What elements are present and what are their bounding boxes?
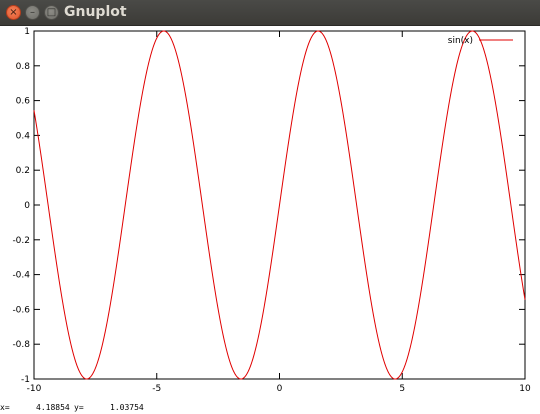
mouse-coordinate-readout: x= 4.18854 y= 1.03754 bbox=[0, 400, 540, 414]
y-tick-label: 0.8 bbox=[16, 62, 31, 72]
x-tick-label: -5 bbox=[152, 384, 161, 394]
legend-label: sin(x) bbox=[448, 36, 473, 46]
y-tick-label: -0.8 bbox=[12, 340, 30, 350]
y-tick-label: 0 bbox=[24, 201, 30, 211]
x-tick-label: 5 bbox=[399, 384, 405, 394]
sine-plot[interactable]: 10.80.60.40.20-0.2-0.4-0.6-0.8-1-10 -5 0 5 1… bbox=[0, 26, 540, 400]
y-tick-label: -0.2 bbox=[12, 236, 30, 246]
window-titlebar: × – □ Gnuplot bbox=[0, 0, 540, 26]
x-tick-label: 10 bbox=[519, 384, 531, 394]
minimize-window-button[interactable]: – bbox=[25, 5, 40, 20]
window-title: Gnuplot bbox=[64, 4, 127, 20]
series-line-sin bbox=[33, 30, 526, 380]
x-coordinate-label: x= bbox=[0, 403, 10, 412]
y-tick-label: 0.2 bbox=[16, 166, 30, 176]
x-tick-label: 0 bbox=[277, 384, 283, 394]
x-coordinate-value: 4.18854 bbox=[36, 403, 70, 412]
maximize-window-button[interactable]: □ bbox=[44, 5, 59, 20]
x-tick-label: -10 bbox=[27, 384, 42, 394]
close-window-button[interactable]: × bbox=[6, 5, 21, 20]
y-coordinate-value: 1.03754 bbox=[110, 403, 144, 412]
y-tick-label: 0.4 bbox=[16, 131, 31, 141]
y-tick-label: -0.6 bbox=[12, 305, 30, 315]
y-coordinate-label: y= bbox=[74, 403, 84, 412]
y-tick-label: -0.4 bbox=[12, 271, 30, 281]
y-tick-label: 1 bbox=[24, 27, 30, 37]
plot-canvas[interactable]: 1 0.8 0.6 0.4 0.2 0 -0.2 -0.4 -0.6 -0.8 -1 -10 -5 0 5 1… bbox=[0, 26, 540, 400]
y-tick-label: 0.6 bbox=[16, 97, 31, 107]
